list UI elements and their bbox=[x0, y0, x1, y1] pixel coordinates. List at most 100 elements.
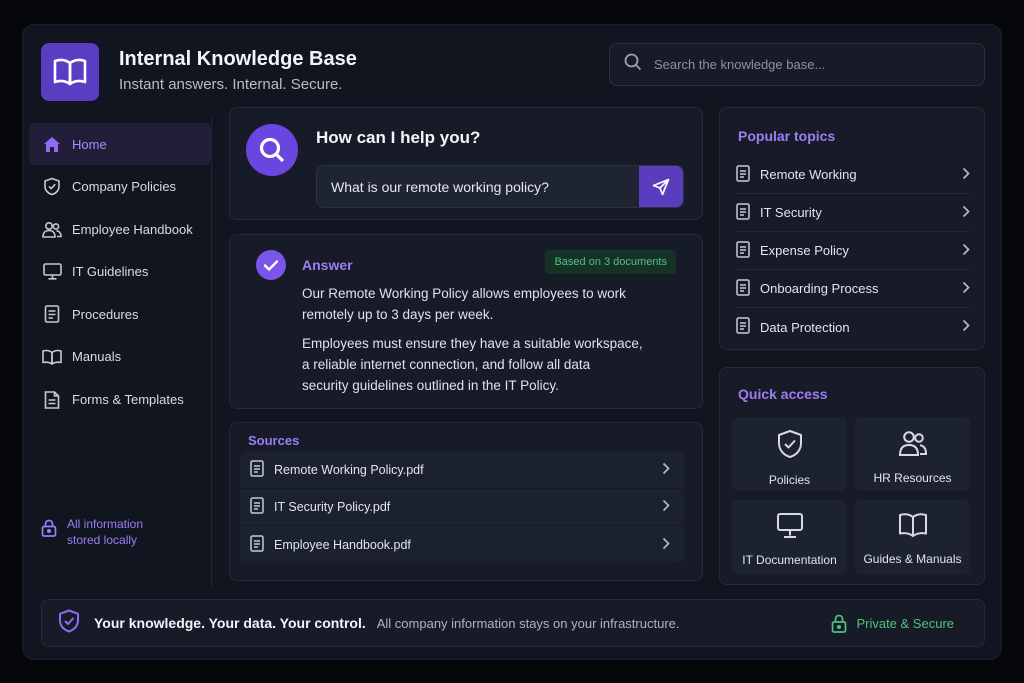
source-label: IT Security Policy.pdf bbox=[274, 500, 391, 514]
source-item[interactable]: IT Security Policy.pdf bbox=[240, 489, 684, 526]
sidebar-item-employee-handbook[interactable]: Employee Handbook bbox=[29, 208, 211, 250]
lock-icon bbox=[832, 614, 847, 633]
source-item[interactable]: Employee Handbook.pdf bbox=[240, 526, 684, 563]
documents-badge: Based on 3 documents bbox=[545, 250, 676, 274]
popular-topics-panel: Popular topics Remote Working IT Securit… bbox=[719, 107, 985, 350]
topic-label: Onboarding Process bbox=[760, 281, 879, 296]
question-text[interactable]: What is our remote working policy? bbox=[317, 179, 639, 195]
footer-banner: Your knowledge. Your data. Your control.… bbox=[41, 599, 985, 647]
ask-title: How can I help you? bbox=[316, 128, 481, 147]
chevron-right-icon bbox=[962, 281, 970, 297]
quick-access-guides-manuals[interactable]: Guides & Manuals bbox=[855, 500, 970, 574]
note-line-2: stored locally bbox=[67, 533, 138, 547]
quick-access-label: IT Documentation bbox=[742, 553, 837, 567]
quick-access-label: HR Resources bbox=[873, 471, 952, 485]
monitor-icon bbox=[42, 262, 62, 282]
sources-title: Sources bbox=[248, 433, 300, 448]
private-secure-status: Private & Secure bbox=[831, 614, 954, 633]
sidebar-item-forms-templates[interactable]: Forms & Templates bbox=[29, 379, 211, 421]
answer-paragraph-2: Employees must ensure they have a suitab… bbox=[302, 333, 652, 396]
shield-check-icon bbox=[776, 429, 804, 464]
sidebar-item-label: Home bbox=[72, 136, 107, 152]
shield-icon bbox=[42, 177, 62, 197]
sidebar-item-home[interactable]: Home bbox=[29, 123, 211, 165]
answer-line: a reliable internet connection, and foll… bbox=[302, 357, 591, 372]
document-icon bbox=[42, 304, 62, 324]
send-icon bbox=[652, 178, 670, 195]
chevron-right-icon bbox=[662, 462, 670, 478]
sidebar-item-label: Manuals bbox=[72, 349, 122, 365]
answer-line: Employees must ensure they have a suitab… bbox=[302, 336, 643, 351]
quick-access-it-documentation[interactable]: IT Documentation bbox=[732, 500, 847, 574]
source-label: Employee Handbook.pdf bbox=[274, 537, 411, 552]
answer-line: Our Remote Working Policy allows employe… bbox=[302, 286, 626, 301]
answer-paragraph-1: Our Remote Working Policy allows employe… bbox=[302, 283, 652, 325]
sidebar-item-label: Company Policies bbox=[72, 179, 177, 195]
source-label: Remote Working Policy.pdf bbox=[274, 463, 424, 477]
local-storage-note: All information stored locally bbox=[41, 516, 143, 548]
quick-access-label: Guides & Manuals bbox=[863, 552, 962, 566]
answer-title: Answer bbox=[302, 257, 353, 273]
document-icon bbox=[250, 460, 264, 480]
app-subtitle: Instant answers. Internal. Secure. bbox=[119, 76, 343, 93]
document-icon bbox=[250, 534, 264, 555]
search-input[interactable] bbox=[654, 57, 954, 72]
search-icon bbox=[624, 53, 642, 76]
quick-access-title: Quick access bbox=[738, 386, 828, 402]
note-line-1: All information bbox=[67, 517, 144, 531]
users-icon bbox=[42, 219, 62, 239]
document-icon bbox=[736, 164, 750, 185]
home-icon bbox=[42, 134, 62, 154]
ask-panel: How can I help you? What is our remote w… bbox=[229, 107, 703, 220]
sidebar-item-procedures[interactable]: Procedures bbox=[29, 293, 211, 335]
document-icon bbox=[736, 202, 750, 223]
form-icon bbox=[42, 390, 62, 410]
users-icon bbox=[898, 429, 928, 462]
app-title: Internal Knowledge Base bbox=[119, 48, 357, 70]
topic-label: Remote Working bbox=[760, 167, 857, 182]
monitor-icon bbox=[776, 512, 804, 544]
chevron-right-icon bbox=[662, 499, 670, 515]
search-bar[interactable] bbox=[609, 43, 985, 86]
sidebar: Home Company Policies Employee Handbook … bbox=[29, 123, 211, 421]
search-icon bbox=[246, 124, 298, 176]
shield-check-icon bbox=[58, 609, 80, 638]
answer-panel: Answer Based on 3 documents Our Remote W… bbox=[229, 234, 703, 409]
topic-item[interactable]: IT Security bbox=[736, 194, 970, 232]
sidebar-item-it-guidelines[interactable]: IT Guidelines bbox=[29, 251, 211, 293]
sidebar-item-label: Procedures bbox=[72, 306, 139, 322]
lock-icon bbox=[41, 519, 57, 542]
app-window: Internal Knowledge Base Instant answers.… bbox=[22, 24, 1002, 660]
quick-access-label: Policies bbox=[768, 473, 811, 487]
sidebar-item-label: Forms & Templates bbox=[72, 392, 184, 408]
answer-line: remotely up to 3 days per week. bbox=[302, 307, 494, 322]
topic-item[interactable]: Onboarding Process bbox=[736, 270, 970, 308]
topic-item[interactable]: Expense Policy bbox=[736, 232, 970, 270]
book-icon bbox=[898, 512, 928, 543]
secure-label: Private & Secure bbox=[856, 615, 954, 631]
topic-item[interactable]: Remote Working bbox=[736, 156, 970, 194]
book-icon bbox=[42, 347, 62, 367]
source-item[interactable]: Remote Working Policy.pdf bbox=[240, 452, 684, 489]
footer-text: All company information stays on your in… bbox=[376, 615, 680, 631]
chevron-right-icon bbox=[962, 243, 970, 259]
chevron-right-icon bbox=[962, 205, 970, 221]
topic-item[interactable]: Data Protection bbox=[736, 308, 970, 346]
send-button[interactable] bbox=[639, 166, 683, 207]
sidebar-item-manuals[interactable]: Manuals bbox=[29, 336, 211, 378]
chevron-right-icon bbox=[662, 537, 670, 553]
answer-line: security guidelines outlined in the IT P… bbox=[302, 378, 559, 393]
quick-access-panel: Quick access Policies HR Resources IT Do… bbox=[719, 367, 985, 585]
check-icon bbox=[256, 250, 286, 280]
topic-label: Data Protection bbox=[760, 319, 850, 335]
sidebar-item-label: Employee Handbook bbox=[72, 221, 193, 237]
topic-label: Expense Policy bbox=[760, 243, 849, 258]
sidebar-item-company-policies[interactable]: Company Policies bbox=[29, 166, 211, 208]
sidebar-item-label: IT Guidelines bbox=[72, 264, 149, 280]
document-icon bbox=[736, 240, 750, 261]
sources-panel: Sources Remote Working Policy.pdf IT Sec… bbox=[229, 422, 703, 581]
footer-tagline: Your knowledge. Your data. Your control. bbox=[94, 615, 366, 631]
quick-access-policies[interactable]: Policies bbox=[732, 417, 847, 491]
quick-access-hr-resources[interactable]: HR Resources bbox=[855, 417, 970, 491]
question-input[interactable]: What is our remote working policy? bbox=[316, 165, 684, 208]
